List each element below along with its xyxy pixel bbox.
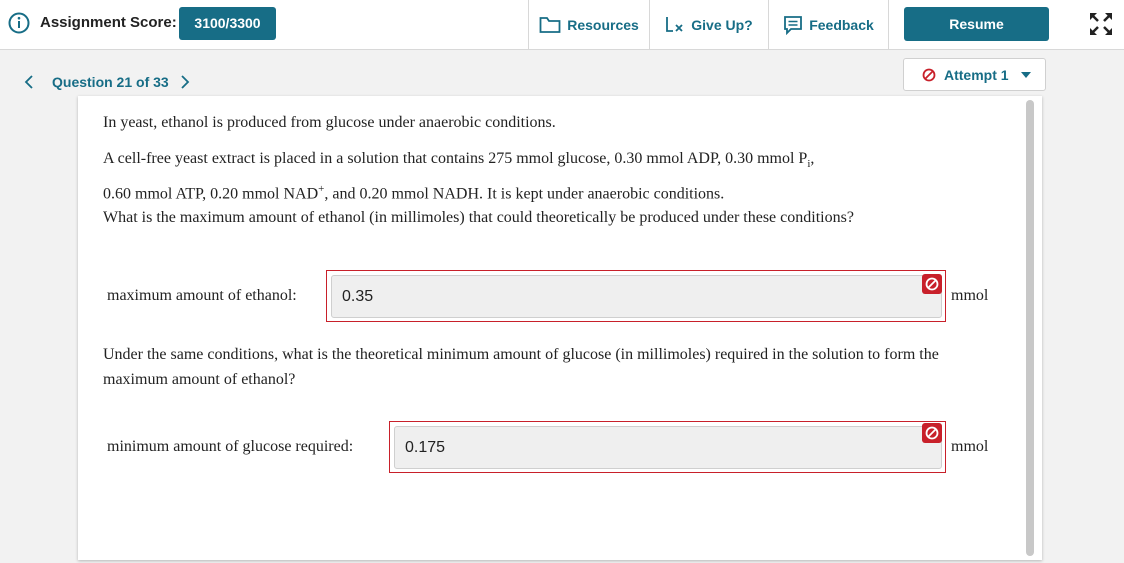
attempt-label: Attempt 1 — [944, 66, 1009, 83]
glucose-answer-input[interactable]: 0.175 — [394, 426, 942, 469]
give-up-label: Give Up? — [691, 16, 753, 33]
attempt-dropdown[interactable]: Attempt 1 — [903, 58, 1046, 91]
top-bar: Assignment Score: 3100/3300 Resources Gi… — [0, 0, 1124, 50]
setup-text-4: , and 0.20 mmol NADH. It is kept under a… — [324, 185, 725, 203]
glucose-unit: mmol — [951, 438, 989, 455]
no-entry-icon — [922, 68, 936, 81]
ethanol-field-label: maximum amount of ethanol: — [107, 287, 297, 304]
question-prompt-2: Under the same conditions, what is the t… — [103, 346, 939, 388]
scrollbar[interactable] — [1026, 100, 1034, 556]
incorrect-icon — [922, 274, 942, 294]
glucose-field-label: minimum amount of glucose required: — [107, 438, 354, 455]
feedback-icon — [784, 15, 803, 35]
feedback-label: Feedback — [809, 16, 874, 33]
question-prompt-1: What is the maximum amount of ethanol (i… — [103, 209, 854, 226]
give-up-icon — [666, 16, 683, 32]
setup-text-3: 0.60 mmol ATP, 0.20 mmol NAD — [103, 185, 319, 203]
question-setup: A cell-free yeast extract is placed in a… — [103, 146, 1003, 207]
resume-button[interactable]: Resume — [904, 7, 1049, 41]
setup-text-1: A cell-free yeast extract is placed in a… — [103, 150, 808, 167]
give-up-button[interactable]: Give Up? — [649, 0, 768, 49]
ethanol-unit: mmol — [951, 287, 989, 304]
setup-text-2: , — [810, 150, 815, 167]
expand-icon[interactable] — [1088, 11, 1114, 37]
ethanol-answer-input[interactable]: 0.35 — [331, 275, 942, 318]
question-counter: Question 21 of 33 — [52, 74, 169, 90]
caret-down-icon — [1021, 72, 1031, 78]
info-icon[interactable] — [8, 12, 30, 34]
resources-label: Resources — [567, 16, 639, 33]
score-label: Assignment Score: — [40, 14, 177, 31]
score-badge: 3100/3300 — [179, 7, 276, 40]
resources-button[interactable]: Resources — [528, 0, 649, 49]
feedback-button[interactable]: Feedback — [768, 0, 889, 49]
folder-icon — [539, 16, 561, 33]
incorrect-icon — [922, 423, 942, 443]
chevron-right-icon[interactable] — [178, 73, 192, 91]
question-intro: In yeast, ethanol is produced from gluco… — [103, 114, 556, 131]
chevron-left-icon[interactable] — [22, 73, 36, 91]
